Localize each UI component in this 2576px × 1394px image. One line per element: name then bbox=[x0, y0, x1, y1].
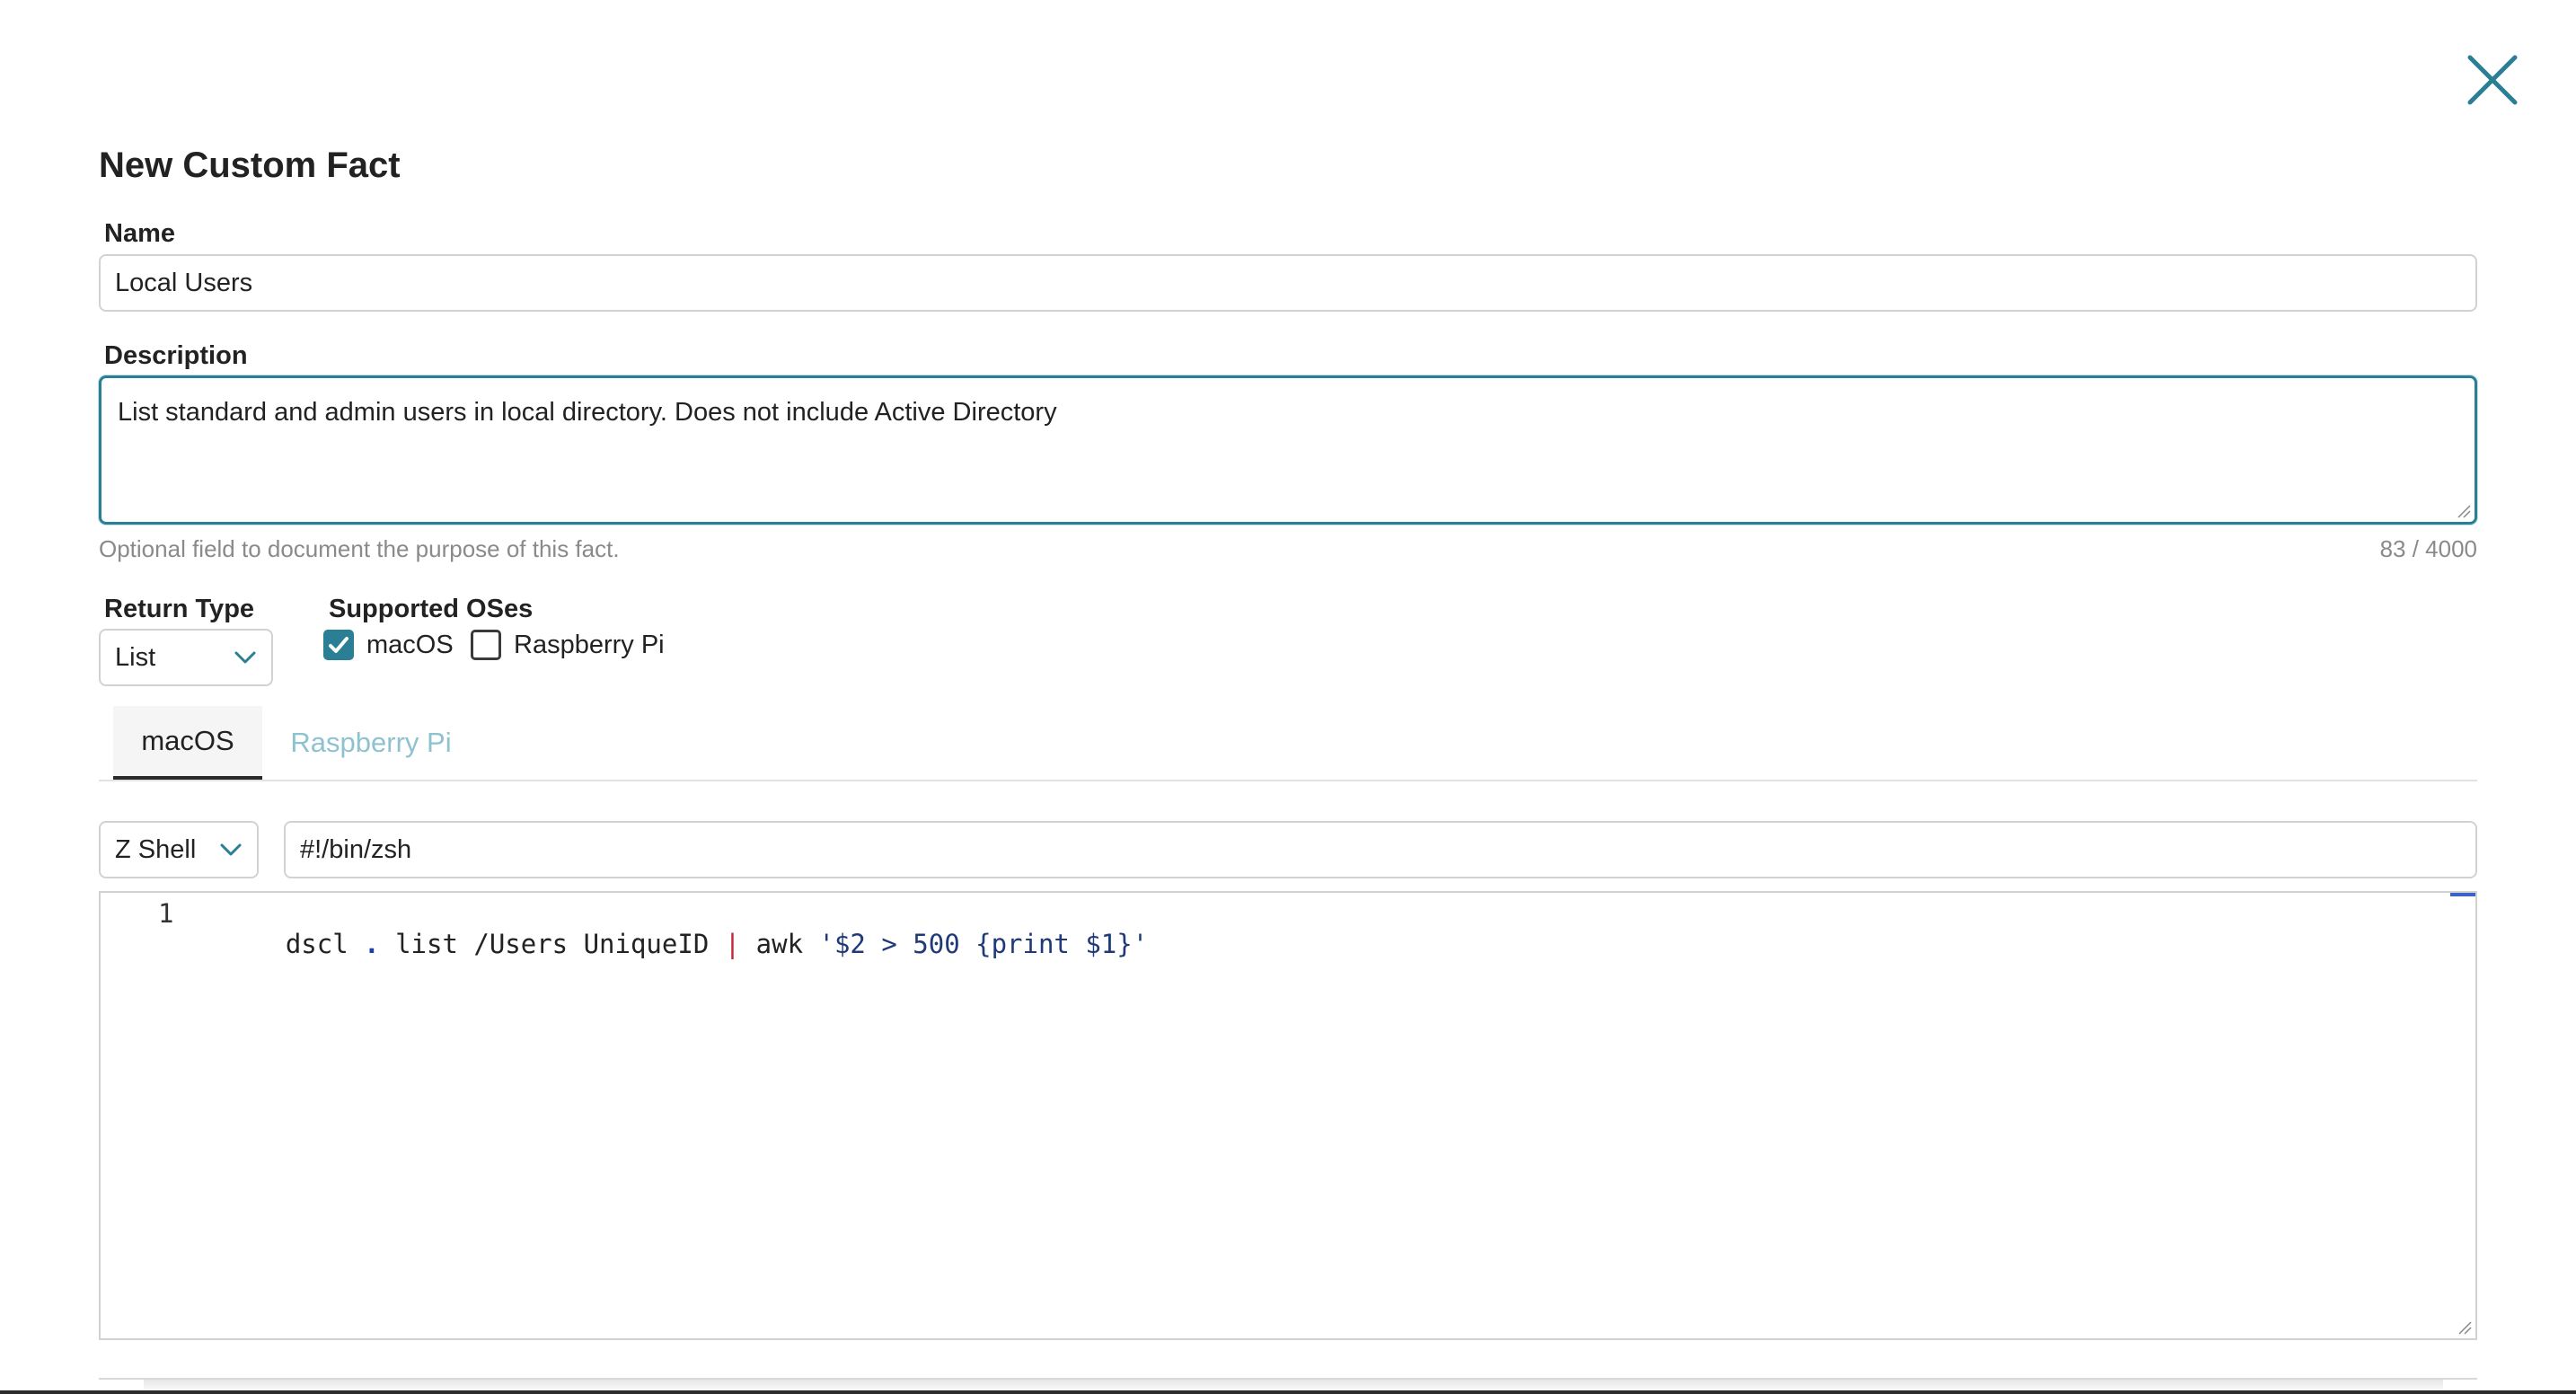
description-value: List standard and admin users in local d… bbox=[118, 398, 1057, 427]
code-token: list /Users UniqueID bbox=[379, 929, 725, 959]
shell-select[interactable]: Z Shell bbox=[99, 821, 259, 878]
tab-macos[interactable]: macOS bbox=[113, 706, 262, 780]
tab-raspberry-pi-label: Raspberry Pi bbox=[290, 727, 452, 758]
name-label: Name bbox=[104, 219, 175, 248]
macos-checkbox[interactable] bbox=[323, 630, 354, 660]
description-label: Description bbox=[104, 341, 248, 370]
description-hint: Optional field to document the purpose o… bbox=[99, 535, 620, 562]
shebang-input[interactable]: #!/bin/zsh bbox=[284, 821, 2477, 878]
close-icon bbox=[2467, 55, 2518, 105]
editor-scroll-marker bbox=[2450, 893, 2475, 896]
line-number: 1 bbox=[158, 898, 174, 929]
chevron-down-icon bbox=[220, 843, 242, 856]
close-button[interactable] bbox=[2461, 49, 2524, 111]
return-type-select[interactable]: List bbox=[99, 629, 273, 686]
return-type-value: List bbox=[115, 642, 156, 672]
description-textarea[interactable]: List standard and admin users in local d… bbox=[99, 375, 2477, 525]
code-token: awk bbox=[740, 929, 819, 959]
name-input-value: Local Users bbox=[115, 268, 253, 297]
code-editor[interactable]: 1 dscl . list /Users UniqueID | awk '$2 … bbox=[99, 891, 2477, 1340]
tabs-divider bbox=[99, 780, 2477, 781]
checkmark-icon bbox=[329, 637, 348, 653]
tab-raspberry-pi[interactable]: Raspberry Pi bbox=[275, 706, 467, 780]
description-counter: 83 / 4000 bbox=[2379, 535, 2477, 562]
tab-macos-label: macOS bbox=[141, 725, 234, 756]
page-edge bbox=[0, 1390, 2576, 1394]
dialog-title: New Custom Fact bbox=[99, 146, 401, 185]
name-input[interactable]: Local Users bbox=[99, 254, 2477, 312]
code-token: . bbox=[364, 929, 380, 959]
supported-oses-label: Supported OSes bbox=[329, 595, 534, 623]
chevron-down-icon bbox=[234, 651, 256, 664]
code-line[interactable]: dscl . list /Users UniqueID | awk '$2 > … bbox=[223, 898, 1148, 990]
shell-select-value: Z Shell bbox=[115, 834, 197, 864]
resize-grip-icon[interactable] bbox=[2457, 1320, 2472, 1335]
code-token: '$2 > 500 {print $1}' bbox=[818, 929, 1149, 959]
raspberry-pi-checkbox[interactable] bbox=[471, 630, 501, 660]
macos-checkbox-label[interactable]: macOS bbox=[366, 631, 454, 660]
shebang-value: #!/bin/zsh bbox=[300, 834, 412, 864]
resize-grip-icon[interactable] bbox=[2457, 504, 2471, 518]
return-type-label: Return Type bbox=[104, 595, 255, 623]
code-token: | bbox=[724, 929, 741, 959]
code-token: dscl bbox=[285, 929, 365, 959]
raspberry-pi-checkbox-label[interactable]: Raspberry Pi bbox=[514, 631, 665, 660]
